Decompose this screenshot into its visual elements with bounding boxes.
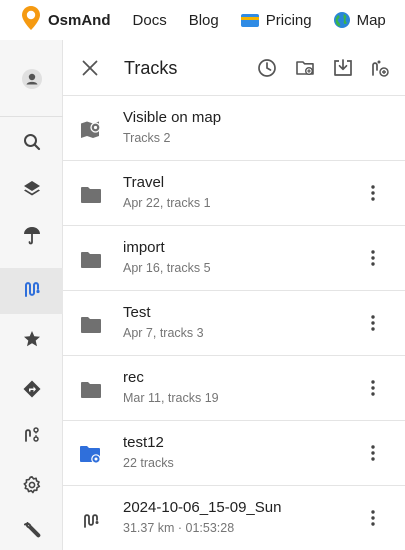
panel-header: Tracks bbox=[63, 40, 405, 96]
smart-folder-icon bbox=[79, 443, 103, 467]
more-options-button[interactable] bbox=[365, 441, 381, 465]
list-item-folder[interactable]: Travel Apr 22, tracks 1 bbox=[63, 161, 405, 226]
rail-tracks[interactable] bbox=[0, 268, 63, 314]
list-item-subtitle: 31.37 km · 01:53:28 bbox=[123, 521, 235, 535]
settings-icon bbox=[23, 475, 41, 499]
list-item-subtitle: Apr 22, tracks 1 bbox=[123, 196, 211, 210]
nav-link-map[interactable]: Map bbox=[333, 11, 386, 29]
brand-link[interactable]: OsmAnd bbox=[22, 5, 111, 35]
rail-account[interactable] bbox=[0, 58, 63, 104]
search-icon bbox=[23, 133, 41, 156]
globe-icon bbox=[333, 12, 350, 28]
tracks-icon bbox=[23, 280, 41, 303]
list-item-track[interactable]: 2024-10-06_15-09_Sun 31.37 km · 01:53:28 bbox=[63, 486, 405, 550]
clock-icon bbox=[258, 59, 276, 77]
import-button[interactable] bbox=[331, 56, 355, 80]
list-item-subtitle: Apr 7, tracks 3 bbox=[123, 326, 204, 340]
list-item-title: rec bbox=[123, 369, 144, 386]
rail-favorites[interactable] bbox=[0, 318, 63, 364]
top-navigation: OsmAnd Docs Blog Pricing Map bbox=[0, 0, 405, 40]
list-item-subtitle: 22 tracks bbox=[123, 456, 174, 470]
more-vert-icon bbox=[371, 445, 375, 461]
more-vert-icon bbox=[371, 185, 375, 201]
brand-name: OsmAnd bbox=[48, 11, 111, 29]
list-item-folder[interactable]: rec Mar 11, tracks 19 bbox=[63, 356, 405, 421]
account-icon bbox=[21, 68, 42, 94]
add-track-button[interactable] bbox=[368, 56, 392, 80]
nav-link-pricing[interactable]: Pricing bbox=[240, 11, 312, 29]
list-item-title: Travel bbox=[123, 174, 165, 191]
nav-link-blog[interactable]: Blog bbox=[189, 12, 219, 29]
list-item-title: 2024-10-06_15-09_Sun bbox=[123, 499, 282, 516]
more-vert-icon bbox=[371, 380, 375, 396]
folder-icon bbox=[79, 313, 103, 337]
weather-icon bbox=[23, 226, 41, 251]
folder-icon bbox=[79, 183, 103, 207]
more-options-button[interactable] bbox=[365, 311, 381, 335]
more-vert-icon bbox=[371, 510, 375, 526]
list-item-folder[interactable]: import Apr 16, tracks 5 bbox=[63, 226, 405, 291]
layers-icon bbox=[23, 180, 41, 203]
list-item-folder[interactable]: Test Apr 7, tracks 3 bbox=[63, 291, 405, 356]
folder-icon bbox=[79, 248, 103, 272]
tracks-panel: Tracks Visible on map Tracks 2 Travel Ap… bbox=[63, 40, 405, 550]
navigation-icon bbox=[23, 380, 41, 403]
plan-route-icon bbox=[23, 426, 41, 449]
list-item-title: Visible on map bbox=[123, 109, 222, 126]
folder-icon bbox=[79, 378, 103, 402]
list-item-visible-on-map[interactable]: Visible on map Tracks 2 bbox=[63, 96, 405, 161]
card-icon bbox=[240, 13, 259, 27]
osmand-logo-icon bbox=[22, 5, 40, 35]
visible-map-icon bbox=[79, 118, 103, 142]
track-icon bbox=[79, 508, 103, 532]
rail-weather[interactable] bbox=[0, 215, 63, 261]
rail-navigation[interactable] bbox=[0, 368, 63, 414]
more-options-button[interactable] bbox=[365, 181, 381, 205]
list-item-subtitle: Tracks 2 bbox=[123, 131, 171, 145]
rail-layers[interactable] bbox=[0, 168, 63, 214]
close-button[interactable] bbox=[77, 55, 103, 81]
add-track-icon bbox=[372, 60, 389, 77]
rail-divider bbox=[0, 116, 63, 117]
wrench-icon bbox=[23, 521, 41, 545]
sort-by-time-button[interactable] bbox=[255, 56, 279, 80]
list-item-title: import bbox=[123, 239, 165, 256]
nav-link-map-label: Map bbox=[356, 11, 386, 29]
import-icon bbox=[334, 59, 352, 76]
list-item-smart-folder[interactable]: test12 22 tracks bbox=[63, 421, 405, 486]
star-icon bbox=[23, 330, 41, 353]
more-options-button[interactable] bbox=[365, 376, 381, 400]
panel-title: Tracks bbox=[124, 58, 178, 78]
rail-tools[interactable] bbox=[0, 510, 63, 550]
rail-settings[interactable] bbox=[0, 464, 63, 510]
more-options-button[interactable] bbox=[365, 506, 381, 530]
rail-search[interactable] bbox=[0, 121, 63, 167]
more-vert-icon bbox=[371, 250, 375, 266]
more-vert-icon bbox=[371, 315, 375, 331]
more-options-button[interactable] bbox=[365, 246, 381, 270]
side-rail bbox=[0, 40, 63, 550]
close-icon bbox=[82, 60, 98, 76]
nav-link-pricing-label: Pricing bbox=[265, 11, 312, 29]
list-item-subtitle: Apr 16, tracks 5 bbox=[123, 261, 211, 275]
nav-link-docs[interactable]: Docs bbox=[133, 12, 167, 29]
add-folder-icon bbox=[296, 61, 314, 75]
rail-plan-route[interactable] bbox=[0, 414, 63, 460]
new-folder-button[interactable] bbox=[293, 56, 317, 80]
list-item-title: Test bbox=[123, 304, 151, 321]
list-item-subtitle: Mar 11, tracks 19 bbox=[123, 391, 219, 405]
list-item-title: test12 bbox=[123, 434, 164, 451]
